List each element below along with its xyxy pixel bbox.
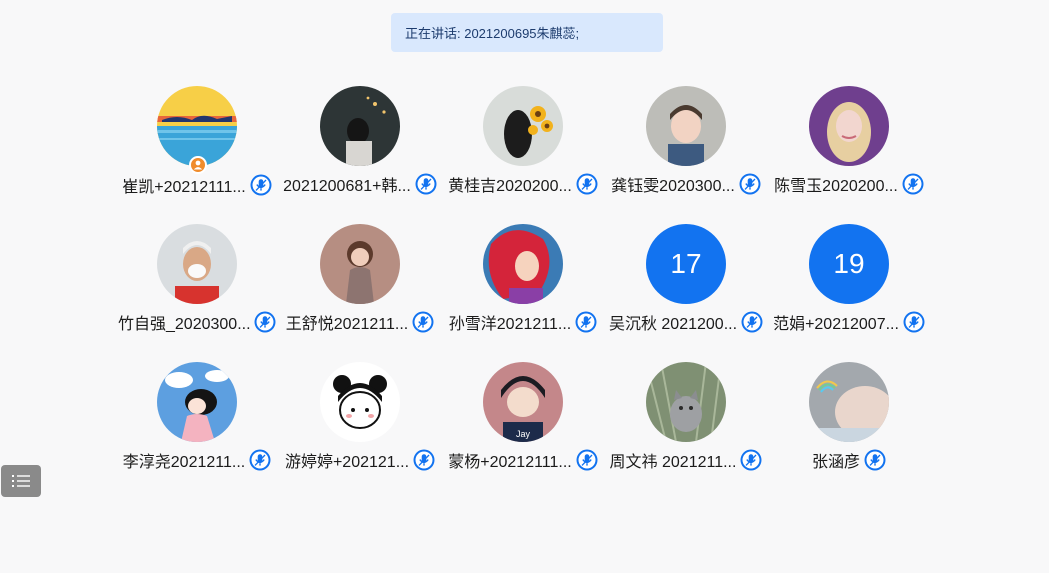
mic-icon[interactable] (415, 173, 437, 195)
cat-photo-avatar (646, 362, 726, 442)
mic-icon[interactable] (412, 311, 434, 333)
mic-icon[interactable] (249, 449, 271, 471)
participant-tile[interactable]: 龚钰雯2020300... (604, 86, 768, 212)
cartoon-girl-sky-avatar (157, 362, 237, 442)
participant-name-row: 崔凯+20212111... (115, 174, 279, 196)
child-photo-avatar (646, 86, 726, 166)
number-avatar: 19 (809, 224, 889, 304)
participant-name: 王舒悦2021211... (285, 316, 409, 333)
participant-name: 竹自强_2020300... (118, 316, 250, 333)
participant-tile[interactable]: 崔凯+20212111... (115, 86, 279, 212)
participant-name: 陈雪玉2020200... (774, 178, 898, 195)
list-menu-button[interactable] (1, 465, 41, 497)
participant-name-row: 周文祎 2021211... (604, 449, 768, 471)
participant-tile[interactable]: 游婷婷+202121... (278, 362, 442, 488)
participant-name-row: 陈雪玉2020200... (767, 173, 931, 195)
participant-tile[interactable]: 19 范娟+20212007... (767, 224, 931, 350)
mic-icon[interactable] (741, 311, 763, 333)
participant-tile[interactable]: 竹自强_2020300... (115, 224, 279, 350)
participant-tile[interactable]: 2021200681+韩... (278, 86, 442, 212)
avatar-number: 19 (833, 248, 865, 279)
mic-icon[interactable] (902, 173, 924, 195)
mic-icon[interactable] (254, 311, 276, 333)
mic-icon[interactable] (740, 449, 762, 471)
participant-tile[interactable]: Jay 蒙杨+20212111... (441, 362, 605, 488)
participant-tile[interactable]: 陈雪玉2020200... (767, 86, 931, 212)
woman-purple-photo-avatar (809, 86, 889, 166)
list-menu-icon (12, 475, 30, 487)
participant-name: 崔凯+20212111... (122, 179, 246, 196)
mic-icon[interactable] (739, 173, 761, 195)
participant-name: 2021200681+韩... (283, 178, 411, 195)
sunflower-photo-avatar (483, 86, 563, 166)
cartoon-jay-boy-avatar: Jay (483, 362, 563, 442)
participant-name-row: 李淳尧2021211... (115, 449, 279, 471)
participant-name: 李淳尧2021211... (122, 454, 246, 471)
participant-tile[interactable]: 17 吴沉秋 2021200... (604, 224, 768, 350)
svg-text:Jay: Jay (516, 429, 531, 439)
participant-tile[interactable]: 李淳尧2021211... (115, 362, 279, 488)
mermaid-cartoon-avatar (483, 224, 563, 304)
participant-name-row: 2021200681+韩... (278, 173, 442, 195)
participant-grid: 崔凯+20212111... 2021200681+韩... 黄桂吉202020… (0, 0, 1049, 573)
participant-tile[interactable]: 周文祎 2021211... (604, 362, 768, 488)
mic-icon[interactable] (864, 449, 886, 471)
participant-name-row: 王舒悦2021211... (278, 311, 442, 333)
little-girl-photo-avatar (320, 224, 400, 304)
mic-icon[interactable] (250, 174, 272, 196)
girl-photo-avatar (320, 86, 400, 166)
mic-icon[interactable] (413, 449, 435, 471)
participant-name: 范娟+20212007... (773, 316, 899, 333)
mic-icon[interactable] (576, 449, 598, 471)
mic-icon[interactable] (576, 173, 598, 195)
participant-name: 游婷婷+202121... (284, 454, 410, 471)
participant-tile[interactable]: 孙雪洋2021211... (441, 224, 605, 350)
sunset-illustration-avatar (157, 86, 237, 166)
participant-name: 黄桂吉2020200... (448, 178, 572, 195)
participant-name: 吴沉秋 2021200... (608, 316, 738, 333)
host-icon (189, 156, 207, 174)
participant-name-row: 黄桂吉2020200... (441, 173, 605, 195)
participant-name: 孙雪洋2021211... (448, 316, 572, 333)
participant-name-row: 竹自强_2020300... (115, 311, 279, 333)
participant-name: 龚钰雯2020300... (611, 178, 735, 195)
mic-icon[interactable] (903, 311, 925, 333)
mic-icon[interactable] (575, 311, 597, 333)
participant-tile[interactable]: 黄桂吉2020200... (441, 86, 605, 212)
participant-name-row: 范娟+20212007... (767, 311, 931, 333)
participant-name: 周文祎 2021211... (609, 454, 737, 471)
participant-name-row: 龚钰雯2020300... (604, 173, 768, 195)
participant-tile[interactable]: 张涵彦 (767, 362, 931, 488)
participant-name: 蒙杨+20212111... (448, 454, 572, 471)
participant-name-row: 张涵彦 (767, 449, 931, 471)
participant-name-row: 吴沉秋 2021200... (604, 311, 768, 333)
cartoon-bun-girl-avatar (320, 362, 400, 442)
participant-name: 张涵彦 (811, 454, 860, 471)
participant-name-row: 蒙杨+20212111... (441, 449, 605, 471)
participant-name-row: 孙雪洋2021211... (441, 311, 605, 333)
number-avatar: 17 (646, 224, 726, 304)
participant-name-row: 游婷婷+202121... (278, 449, 442, 471)
rainbow-sky-avatar (809, 362, 889, 442)
participant-tile[interactable]: 王舒悦2021211... (278, 224, 442, 350)
avatar-number: 17 (670, 248, 702, 279)
masked-man-photo-avatar (157, 224, 237, 304)
